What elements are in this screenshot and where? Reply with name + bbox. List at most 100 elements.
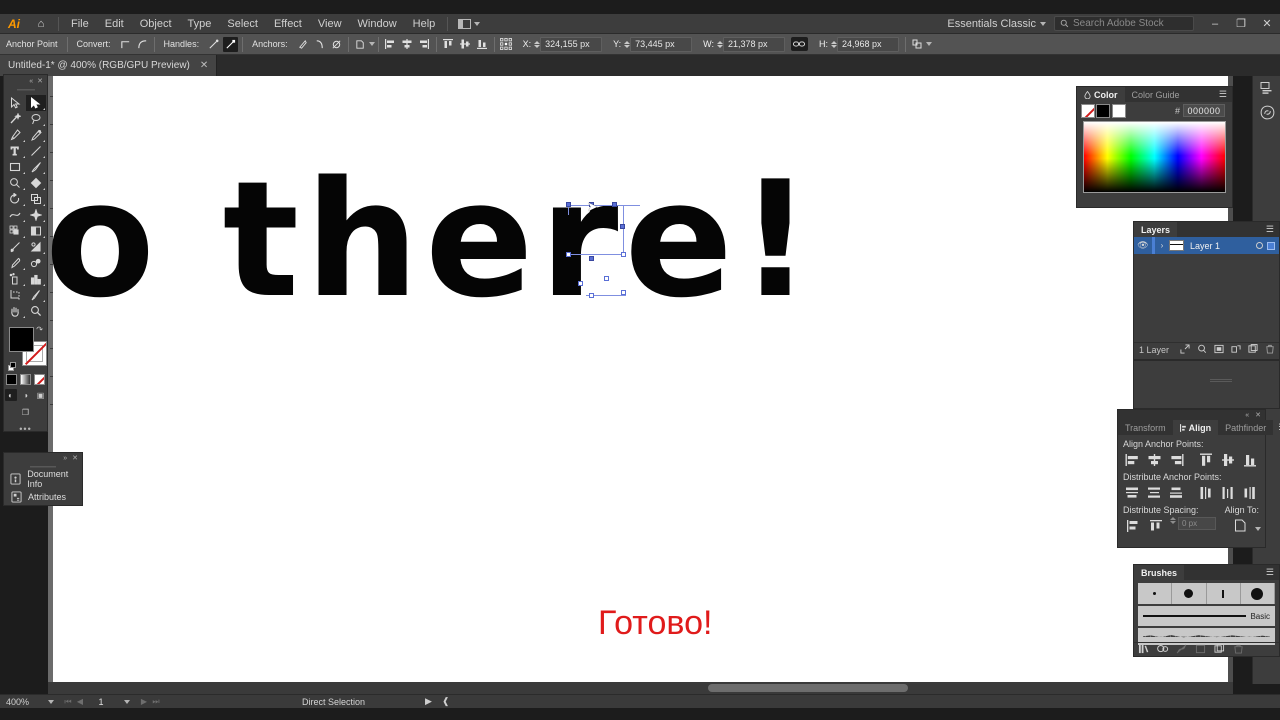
restore-button[interactable]: ❐: [1228, 14, 1254, 34]
new-sublayer-icon[interactable]: [1210, 344, 1227, 356]
menu-view[interactable]: View: [310, 15, 350, 33]
edit-toolbar-icon[interactable]: •••: [4, 424, 47, 434]
x-field[interactable]: 324,155 px: [540, 36, 603, 52]
remove-anchor-icon[interactable]: [295, 37, 310, 52]
attributes-item[interactable]: Attributes: [4, 488, 82, 506]
close-panel-icon[interactable]: ✕: [37, 77, 43, 85]
change-screen-mode-icon[interactable]: ❐: [20, 406, 32, 418]
tool-blend[interactable]: [26, 255, 47, 271]
distribute-horizontal-center-icon[interactable]: [1218, 484, 1240, 501]
zoom-level[interactable]: 400%: [0, 697, 40, 707]
tool-hand[interactable]: [5, 303, 26, 319]
libraries-panel-icon[interactable]: [1153, 644, 1172, 656]
y-field[interactable]: 73,445 px: [630, 36, 693, 52]
canvas-area[interactable]: o there! Готово! ➤: [48, 76, 1233, 694]
make-clipping-mask-icon[interactable]: [1193, 344, 1210, 356]
layer-visibility-icon[interactable]: 👁: [1134, 240, 1152, 251]
distribute-right-icon[interactable]: [1239, 484, 1261, 501]
chevron-down-icon[interactable]: [368, 42, 375, 46]
tool-pen[interactable]: [5, 127, 26, 143]
align-vertical-center-icon[interactable]: [458, 37, 473, 52]
cut-path-icon[interactable]: [329, 37, 344, 52]
new-layer-icon[interactable]: [1244, 344, 1261, 356]
tool-eraser[interactable]: [26, 175, 47, 191]
default-fill-stroke-icon[interactable]: [8, 362, 17, 371]
remove-brush-stroke-icon[interactable]: [1172, 644, 1191, 656]
brush-swatch-dot-large[interactable]: [1240, 583, 1275, 604]
arrange-documents-icon[interactable]: [452, 18, 486, 29]
tool-gradient[interactable]: [26, 239, 47, 255]
transform-options-icon[interactable]: [910, 37, 925, 52]
tool-magic-wand[interactable]: [5, 111, 26, 127]
layer-row[interactable]: 👁 › Layer 1: [1134, 237, 1279, 254]
previous-artboard-button[interactable]: ◀: [74, 697, 86, 706]
tab-color[interactable]: Color: [1077, 87, 1125, 102]
locate-object-icon[interactable]: [1176, 344, 1193, 356]
tool-free-transform[interactable]: [26, 207, 47, 223]
tool-scale[interactable]: [26, 191, 47, 207]
panel-resize-grip[interactable]: [1210, 378, 1232, 382]
horizontal-scrollbar[interactable]: [48, 682, 1233, 694]
brush-swatch-line[interactable]: [1206, 583, 1241, 604]
draw-inside-icon[interactable]: ▣: [35, 389, 47, 401]
layer-target-icon[interactable]: [1256, 242, 1263, 249]
document-tab[interactable]: Untitled-1* @ 400% (RGB/GPU Preview) ✕: [0, 55, 218, 76]
menu-object[interactable]: Object: [132, 15, 180, 33]
tool-shaper[interactable]: [5, 175, 26, 191]
brush-libraries-icon[interactable]: [1134, 644, 1153, 656]
status-resize-icon[interactable]: ❰: [442, 696, 450, 707]
close-tab-icon[interactable]: ✕: [200, 60, 208, 71]
hex-input[interactable]: 000000: [1183, 104, 1225, 117]
link-proportions-icon[interactable]: [790, 37, 808, 51]
distribute-top-icon[interactable]: [1122, 484, 1144, 501]
distribute-vertical-center-icon[interactable]: [1144, 484, 1166, 501]
reference-point-icon[interactable]: [499, 37, 514, 52]
brush-swatch-dot-medium[interactable]: [1172, 583, 1207, 604]
release-to-layers-icon[interactable]: [1227, 344, 1244, 356]
menu-type[interactable]: Type: [180, 15, 220, 33]
tab-pathfinder[interactable]: Pathfinder: [1218, 420, 1274, 435]
fill-swatch[interactable]: [9, 327, 34, 352]
align-right-icon[interactable]: [1166, 451, 1188, 468]
new-brush-icon[interactable]: [1210, 643, 1229, 656]
menu-window[interactable]: Window: [350, 15, 405, 33]
close-panel-icon[interactable]: ✕: [72, 454, 78, 462]
draw-behind-icon[interactable]: ◑: [20, 389, 32, 401]
tool-type[interactable]: T: [5, 143, 26, 159]
delete-layer-icon[interactable]: [1261, 344, 1278, 356]
document-info-item[interactable]: Document Info: [4, 469, 82, 489]
color-spectrum[interactable]: [1083, 121, 1226, 193]
isolate-object-icon[interactable]: [353, 37, 368, 52]
tab-color-guide[interactable]: Color Guide: [1124, 87, 1187, 102]
tab-layers[interactable]: Layers: [1134, 222, 1178, 237]
status-play-icon[interactable]: ▶: [425, 696, 432, 707]
align-to-selection-icon[interactable]: [1229, 517, 1252, 534]
layer-name[interactable]: Layer 1: [1184, 241, 1220, 251]
chevron-right-icon[interactable]: ›: [1155, 241, 1169, 250]
align-left-icon[interactable]: [383, 37, 398, 52]
align-left-icon[interactable]: [1122, 451, 1144, 468]
align-horizontal-center-icon[interactable]: [400, 37, 415, 52]
libraries-icon[interactable]: [1253, 100, 1280, 124]
align-top-icon[interactable]: [1196, 451, 1218, 468]
tool-direct-selection[interactable]: [25, 95, 46, 111]
horizontal-scroll-thumb[interactable]: [708, 684, 908, 692]
last-artboard-button[interactable]: ⏭: [150, 697, 162, 707]
swap-fill-stroke-icon[interactable]: ↷: [36, 325, 43, 334]
white-swatch[interactable]: [1112, 103, 1126, 118]
menu-select[interactable]: Select: [219, 15, 266, 33]
close-button[interactable]: ✕: [1254, 14, 1280, 34]
tab-brushes[interactable]: Brushes: [1134, 565, 1185, 580]
tab-align[interactable]: Align: [1172, 420, 1219, 435]
tool-column-graph[interactable]: [26, 271, 47, 287]
collapse-panel-icon[interactable]: «: [29, 78, 33, 85]
layers-list-body[interactable]: [1134, 254, 1279, 342]
tool-zoom[interactable]: [26, 303, 47, 319]
align-right-icon[interactable]: [417, 37, 432, 52]
connect-paths-icon[interactable]: [312, 37, 327, 52]
convert-to-smooth-icon[interactable]: [135, 37, 150, 52]
close-panel-icon[interactable]: ✕: [1255, 411, 1261, 419]
align-bottom-icon[interactable]: [475, 37, 490, 52]
align-bottom-icon[interactable]: [1239, 451, 1261, 468]
convert-to-corner-icon[interactable]: [118, 37, 133, 52]
